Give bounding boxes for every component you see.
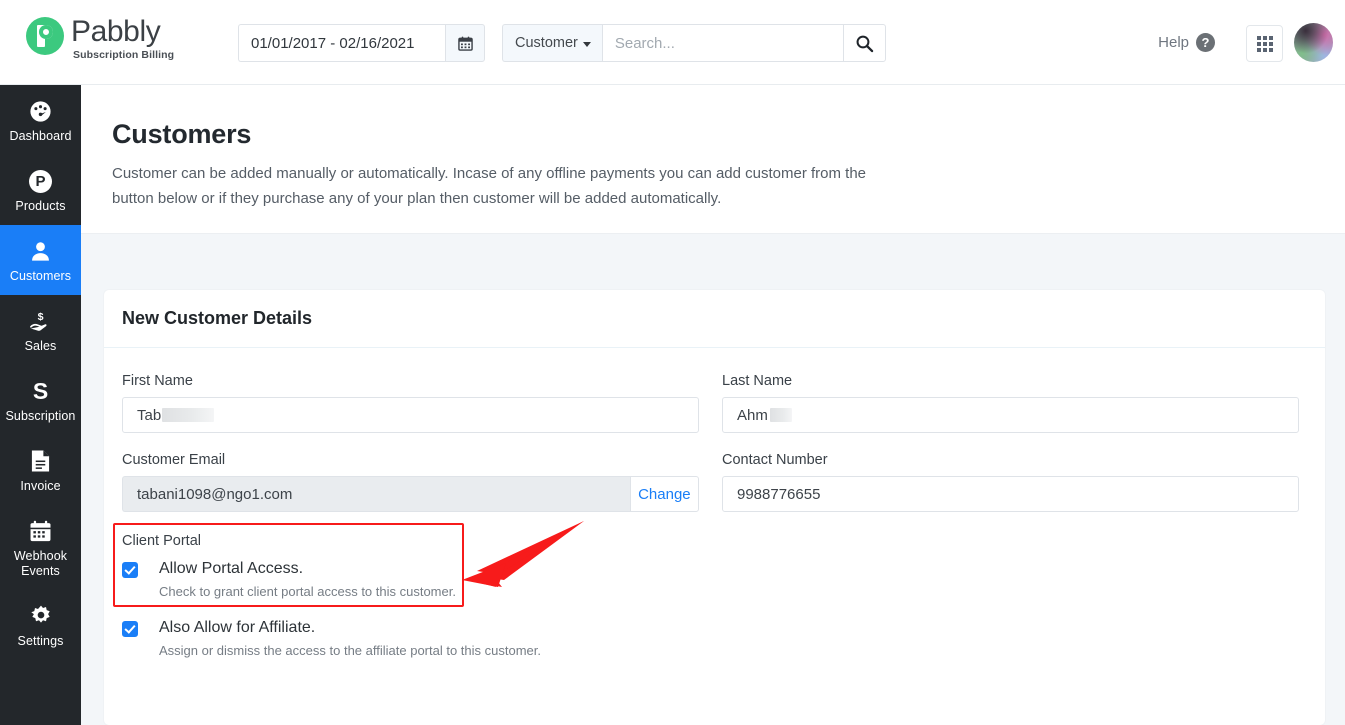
page-title: Customers xyxy=(112,119,252,149)
sidebar-item-label: Sales xyxy=(24,339,57,353)
speedometer-icon xyxy=(28,98,53,124)
logo-title: Pabbly xyxy=(71,15,161,48)
apps-grid-icon xyxy=(1256,35,1273,52)
hand-coin-icon: $ xyxy=(28,308,53,334)
customer-email-field-group: Customer Email tabani1098@ngo1.com Chang… xyxy=(122,452,699,512)
customer-email-input: tabani1098@ngo1.com xyxy=(122,476,630,512)
calendar-icon xyxy=(29,518,52,544)
date-range-input[interactable]: 01/01/2017 - 02/16/2021 xyxy=(238,24,445,62)
sidebar-item-label: Subscription xyxy=(5,409,76,423)
app-logo[interactable]: Pabbly Subscription Billing xyxy=(26,16,174,61)
help-label: Help xyxy=(1158,34,1189,51)
sidebar-item-label: Webhook Events xyxy=(13,549,68,578)
allow-affiliate-label: Also Allow for Affiliate. xyxy=(159,619,316,636)
pabbly-p-logo-icon xyxy=(26,17,64,55)
first-name-value: Tab xyxy=(137,406,162,424)
search-scope-label: Customer xyxy=(515,35,578,51)
last-name-label: Last Name xyxy=(722,373,793,389)
allow-affiliate-help: Assign or dismiss the access to the affi… xyxy=(159,643,541,658)
sidebar-item-products[interactable]: P Products xyxy=(0,155,81,225)
svg-text:$: $ xyxy=(38,311,44,323)
sidebar-item-label: Dashboard xyxy=(9,129,72,143)
page-header: Customers Customer can be added manually… xyxy=(81,85,1345,234)
letter-s-icon: S xyxy=(32,377,49,404)
client-portal-allow-portal-access[interactable]: Allow Portal Access. xyxy=(122,559,1307,579)
first-name-redacted xyxy=(162,408,215,422)
global-search: Customer xyxy=(502,24,886,62)
document-icon xyxy=(30,448,51,474)
apps-grid-button[interactable] xyxy=(1246,25,1283,62)
sidebar-item-dashboard[interactable]: Dashboard xyxy=(0,85,81,155)
card-title: New Customer Details xyxy=(122,308,313,328)
client-portal-label: Client Portal xyxy=(122,533,201,549)
customer-email-input-group: tabani1098@ngo1.com Change xyxy=(122,476,699,512)
search-scope-dropdown[interactable]: Customer xyxy=(502,24,602,62)
logo-text: Pabbly Subscription Billing xyxy=(71,16,174,61)
logo-subtitle: Subscription Billing xyxy=(73,49,175,61)
form-row-names: First Name Tab Last Name Ahm xyxy=(122,373,1307,452)
allow-affiliate-checkbox[interactable] xyxy=(122,621,138,637)
allow-portal-access-checkbox[interactable] xyxy=(122,562,138,578)
last-name-redacted xyxy=(769,408,792,422)
contact-number-input[interactable]: 9988776655 xyxy=(722,476,1299,512)
search-icon[interactable] xyxy=(842,24,886,62)
circle-p-icon: P xyxy=(29,168,52,194)
sidebar-item-label: Products xyxy=(15,199,66,213)
first-name-field-group: First Name Tab xyxy=(122,373,699,433)
main-content: Customers Customer can be added manually… xyxy=(81,85,1345,725)
new-customer-details-card: New Customer Details First Name Tab Last… xyxy=(104,290,1325,725)
sidebar-item-settings[interactable]: Settings xyxy=(0,590,81,660)
help-question-icon: ? xyxy=(1196,33,1215,52)
sidebar-item-subscription[interactable]: S Subscription xyxy=(0,365,81,435)
allow-portal-access-help: Check to grant client portal access to t… xyxy=(159,584,456,599)
allow-portal-access-label: Allow Portal Access. xyxy=(159,560,304,577)
sidebar-item-sales[interactable]: $ Sales xyxy=(0,295,81,365)
first-name-label: First Name xyxy=(122,373,193,389)
sidebar-item-customers[interactable]: Customers xyxy=(0,225,81,295)
chevron-down-icon xyxy=(582,41,591,47)
client-portal-allow-affiliate[interactable]: Also Allow for Affiliate. xyxy=(122,618,1307,638)
last-name-input[interactable]: Ahm xyxy=(722,397,1299,433)
last-name-field-group: Last Name Ahm xyxy=(722,373,1299,433)
sidebar-item-label: Settings xyxy=(17,634,64,648)
last-name-value: Ahm xyxy=(737,406,768,424)
top-bar: Pabbly Subscription Billing 01/01/2017 -… xyxy=(0,0,1345,85)
contact-number-label: Contact Number xyxy=(722,452,828,468)
customer-email-label: Customer Email xyxy=(122,452,226,468)
sidebar-item-invoice[interactable]: Invoice xyxy=(0,435,81,505)
sidebar: Dashboard P Products Customers $ Sales S xyxy=(0,85,81,725)
page-description: Customer can be added manually or automa… xyxy=(112,165,867,207)
user-avatar[interactable] xyxy=(1294,23,1333,62)
gear-icon xyxy=(29,603,53,629)
first-name-input[interactable]: Tab xyxy=(122,397,699,433)
sidebar-item-label: Invoice xyxy=(20,479,61,493)
form-row-contact: Customer Email tabani1098@ngo1.com Chang… xyxy=(122,452,1307,531)
sidebar-item-label: Customers xyxy=(9,269,72,283)
card-body: First Name Tab Last Name Ahm Customer Em… xyxy=(104,348,1325,658)
help-link[interactable]: Help ? xyxy=(1158,33,1215,52)
contact-number-field-group: Contact Number 9988776655 xyxy=(722,452,1299,512)
sidebar-item-webhook-events[interactable]: Webhook Events xyxy=(0,505,81,590)
card-header: New Customer Details xyxy=(104,290,1325,348)
client-portal-section: Client Portal Allow Portal Access. Check… xyxy=(113,523,1307,658)
date-range-picker[interactable]: 01/01/2017 - 02/16/2021 xyxy=(238,24,485,62)
calendar-icon[interactable] xyxy=(445,24,485,62)
search-input[interactable] xyxy=(601,24,843,62)
change-email-button[interactable]: Change xyxy=(629,476,699,512)
content-area: New Customer Details First Name Tab Last… xyxy=(81,234,1345,725)
user-icon xyxy=(29,238,52,264)
